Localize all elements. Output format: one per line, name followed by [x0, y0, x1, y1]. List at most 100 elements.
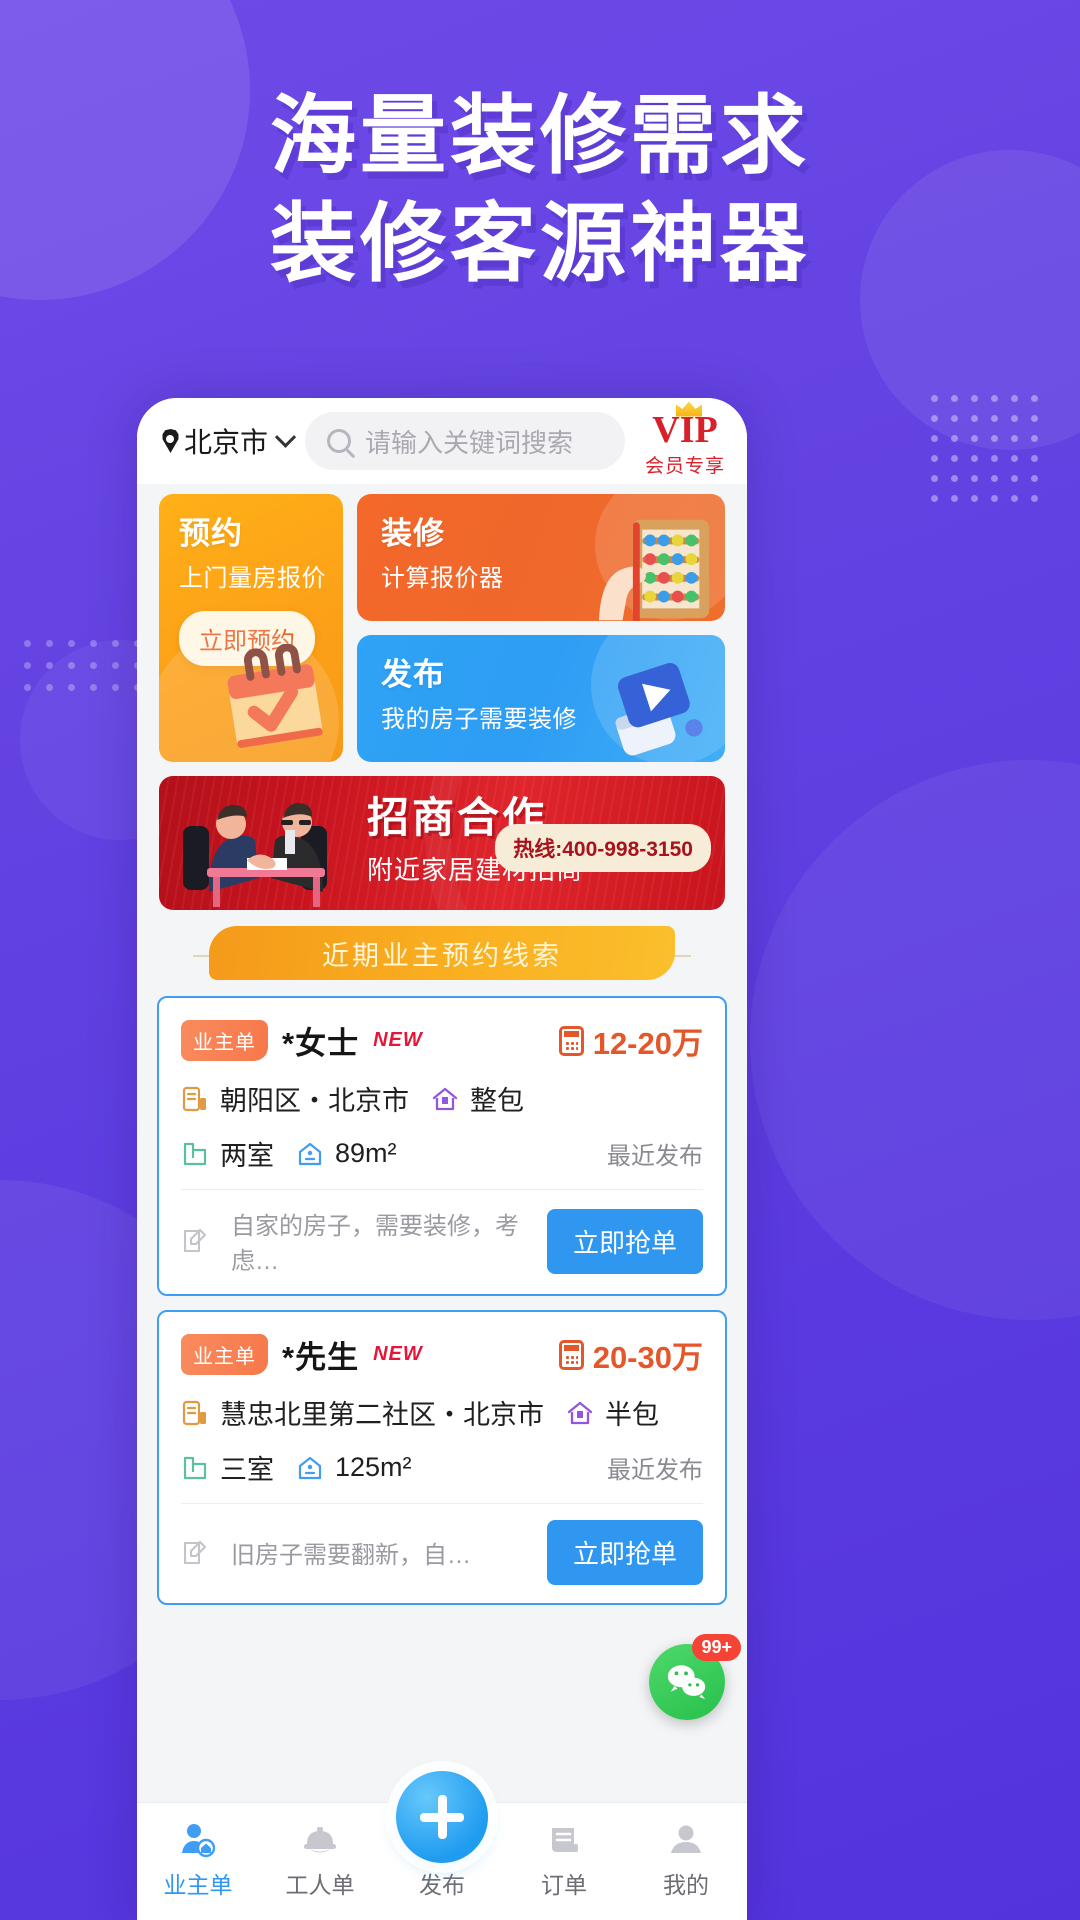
lead-spec-row: 三室 125m² 最近发布	[181, 1448, 703, 1487]
lead-price: 12-20万	[558, 1018, 703, 1063]
lead-area: 89m²	[335, 1138, 397, 1168]
lead-tag: 业主单	[181, 1334, 268, 1375]
building-icon	[182, 1400, 206, 1425]
card-glow	[591, 635, 725, 762]
lead-price: 20-30万	[558, 1332, 703, 1377]
lead-list: 业主单 *女士 NEW 12-20万 朝阳区・北京市 整包 两室 89m² 最近…	[137, 984, 747, 1605]
lead-price-value: 12-20万	[592, 1026, 703, 1061]
tab-label: 订单	[541, 1872, 587, 1898]
tab-orders[interactable]: 订单	[503, 1817, 625, 1900]
lead-location: 朝阳区・北京市	[220, 1086, 409, 1116]
lead-price-value: 20-30万	[592, 1340, 703, 1375]
location-pin-icon	[162, 429, 179, 453]
publish-card[interactable]: 发布 我的房子需要装修	[357, 635, 725, 762]
section-ribbon: 近期业主预约线索	[137, 926, 747, 984]
lead-area-wrap: 89m²	[296, 1138, 397, 1169]
handshake-meeting-icon	[183, 802, 327, 907]
lead-rooms: 三室	[220, 1455, 274, 1485]
lead-description: 自家的房子，需要装修，考虑…	[231, 1213, 519, 1275]
lead-header: 业主单 *先生 NEW 20-30万	[181, 1332, 703, 1377]
lead-card[interactable]: 业主单 *女士 NEW 12-20万 朝阳区・北京市 整包 两室 89m² 最近…	[157, 996, 727, 1296]
lead-grab-button[interactable]: 立即抢单	[546, 1208, 703, 1274]
headline-line-2: 装修客源神器	[270, 196, 810, 292]
tab-label: 发布	[419, 1872, 465, 1898]
decor-dot-grid-right	[931, 395, 1038, 502]
note-edit-icon	[183, 1228, 207, 1253]
lead-footer: 自家的房子，需要装修，考虑… 立即抢单	[181, 1190, 703, 1294]
lead-area: 125m²	[335, 1452, 412, 1482]
appointment-card[interactable]: 预约 上门量房报价 立即预约	[159, 494, 343, 762]
ribbon-label: 近期业主预约线索	[322, 940, 562, 971]
promo-card-grid: 预约 上门量房报价 立即预约 装修 计算报价器 发布 我的房子需要装修	[137, 484, 747, 762]
lead-grab-button[interactable]: 立即抢单	[546, 1520, 703, 1585]
lead-package-wrap: 半包	[566, 1393, 659, 1432]
appointment-title: 预约	[179, 516, 243, 551]
search-input[interactable]: 请输入关键词搜索	[305, 412, 625, 470]
worker-helmet-icon	[259, 1817, 381, 1863]
bottom-tabbar: 业主单 工人单 发布 订单 我的	[137, 1771, 747, 1920]
promo-right-column: 装修 计算报价器 发布 我的房子需要装修	[357, 494, 725, 762]
lead-tag: 业主单	[181, 1020, 268, 1061]
lead-name: *女士	[282, 1026, 360, 1061]
floorplan-icon	[183, 1456, 207, 1479]
lead-location-row: 朝阳区・北京市 整包	[181, 1079, 703, 1118]
vip-badge[interactable]: VIP 会员专享	[637, 401, 733, 478]
lead-package: 半包	[605, 1400, 659, 1430]
tab-publish[interactable]: 发布	[381, 1771, 503, 1900]
tab-label: 我的	[663, 1872, 709, 1898]
promo-headline: 海量装修需求 装修客源神器	[0, 82, 1080, 298]
lead-description: 旧房子需要翻新，自…	[231, 1542, 471, 1569]
ribbon-body: 近期业主预约线索	[209, 926, 675, 980]
lead-header: 业主单 *女士 NEW 12-20万	[181, 1018, 703, 1063]
lead-location: 慧忠北里第二社区・北京市	[220, 1400, 544, 1430]
tab-label: 工人单	[285, 1872, 355, 1898]
lead-footer: 旧房子需要翻新，自… 立即抢单	[181, 1504, 703, 1603]
receipt-icon	[503, 1817, 625, 1863]
calculator-icon	[558, 1339, 584, 1370]
search-icon	[327, 429, 352, 453]
building-icon	[182, 1086, 206, 1111]
lead-name: *先生	[282, 1340, 360, 1375]
chevron-down-icon	[274, 426, 297, 448]
lead-package-wrap: 整包	[431, 1079, 524, 1118]
city-selector[interactable]: 北京市	[161, 421, 297, 461]
owner-order-icon	[137, 1817, 259, 1863]
publish-fab-button[interactable]	[396, 1771, 488, 1863]
tab-profile[interactable]: 我的	[625, 1817, 747, 1900]
lead-area-wrap: 125m²	[296, 1452, 412, 1483]
floorplan-icon	[183, 1142, 207, 1165]
calculator-card[interactable]: 装修 计算报价器	[357, 494, 725, 621]
app-screen: 北京市 请输入关键词搜索 VIP 会员专享 预约 上门量房报价 立即预约 装修 …	[137, 398, 747, 1920]
appointment-subtitle: 上门量房报价	[179, 565, 326, 592]
vip-subtitle: 会员专享	[644, 455, 725, 477]
card-glow	[595, 494, 725, 620]
city-label: 北京市	[184, 427, 269, 458]
wechat-unread-badge: 99+	[692, 1634, 741, 1661]
tab-worker-orders[interactable]: 工人单	[259, 1817, 381, 1900]
tab-label: 业主单	[163, 1872, 233, 1898]
lead-package: 整包	[470, 1086, 524, 1116]
lead-rooms: 两室	[220, 1141, 274, 1171]
house-tag-icon	[432, 1087, 458, 1110]
note-edit-icon	[183, 1540, 207, 1564]
house-area-icon	[298, 1142, 322, 1165]
user-icon	[625, 1817, 747, 1863]
lead-time: 最近发布	[607, 1457, 703, 1484]
lead-location-row: 慧忠北里第二社区・北京市 半包	[181, 1393, 703, 1432]
tab-owner-orders[interactable]: 业主单	[137, 1817, 259, 1900]
lead-new-badge: NEW	[373, 1029, 423, 1051]
crown-icon	[676, 401, 702, 417]
lead-new-badge: NEW	[373, 1343, 423, 1365]
wechat-icon	[667, 1665, 706, 1700]
partnership-banner[interactable]: 招商合作 附近家居建材招商 热线:400-998-3150	[159, 776, 725, 910]
lead-card[interactable]: 业主单 *先生 NEW 20-30万 慧忠北里第二社区・北京市 半包 三室 12…	[157, 1310, 727, 1605]
house-area-icon	[298, 1456, 322, 1479]
headline-line-1: 海量装修需求	[270, 88, 810, 184]
lead-spec-row: 两室 89m² 最近发布	[181, 1134, 703, 1173]
phone-mockup: 北京市 请输入关键词搜索 VIP 会员专享 预约 上门量房报价 立即预约 装修 …	[137, 398, 747, 1920]
calculator-icon	[558, 1025, 584, 1056]
app-topbar: 北京市 请输入关键词搜索 VIP 会员专享	[137, 398, 747, 484]
search-placeholder: 请输入关键词搜索	[365, 427, 574, 458]
decor-circle-3	[750, 760, 1080, 1320]
banner-hotline[interactable]: 热线:400-998-3150	[495, 824, 711, 872]
